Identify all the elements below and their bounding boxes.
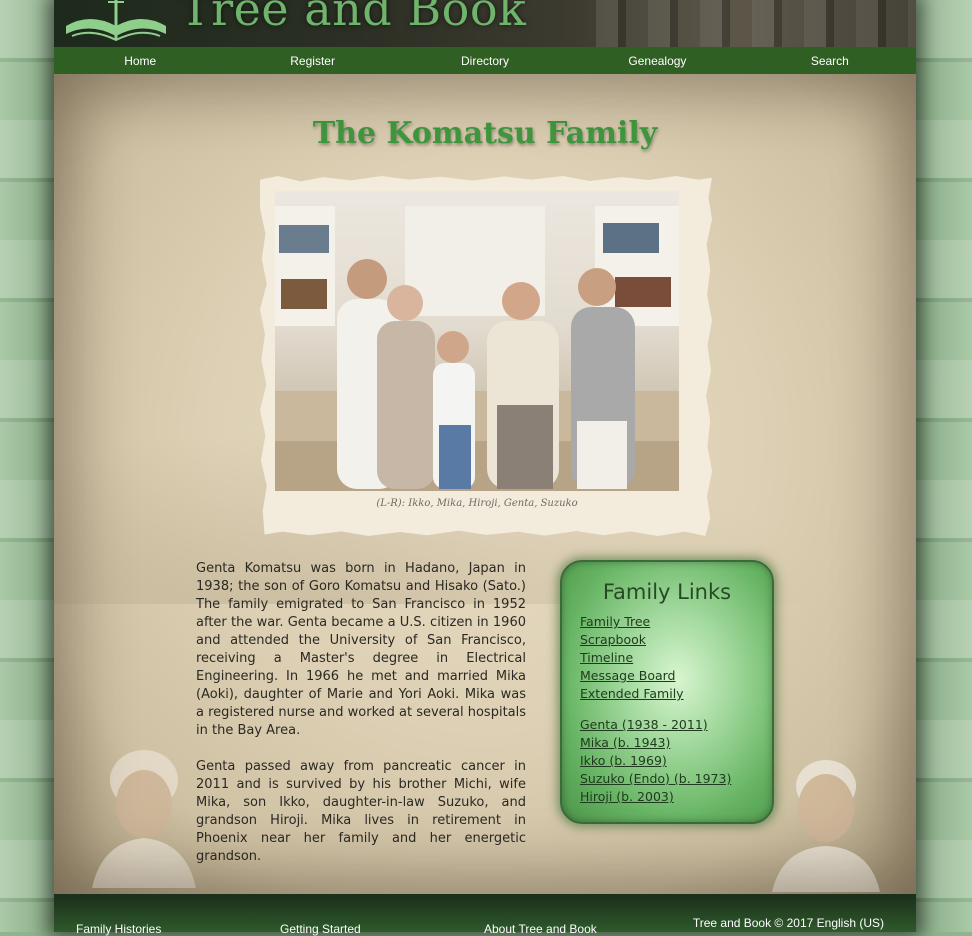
family-links-panel: Family Links Family Tree Scrapbook Timel…: [560, 560, 774, 824]
tree-book-logo-icon[interactable]: [62, 0, 170, 46]
main-nav: Home Register Directory Genealogy Search: [54, 47, 916, 74]
site-title[interactable]: Tree and Book: [180, 0, 526, 36]
family-photo: [275, 191, 679, 491]
grandfather-portrait: [772, 760, 880, 892]
link-message-board[interactable]: Message Board: [580, 667, 731, 685]
link-member-ikko[interactable]: Ikko (b. 1969): [580, 752, 731, 770]
footer-link-family-histories[interactable]: Family Histories: [76, 922, 161, 936]
site-footer: Family Histories Getting Started About T…: [54, 894, 916, 936]
footer-copyright: Tree and Book © 2017 English (US): [692, 916, 884, 930]
link-member-genta[interactable]: Genta (1938 - 2011): [580, 716, 731, 734]
nav-genealogy[interactable]: Genealogy: [571, 54, 743, 68]
link-member-mika[interactable]: Mika (b. 1943): [580, 734, 731, 752]
link-family-tree[interactable]: Family Tree: [580, 613, 731, 631]
footer-link-about[interactable]: About Tree and Book: [484, 922, 597, 936]
family-biography: Genta Komatsu was born in Hadano, Japan …: [196, 560, 526, 884]
family-links-list: Family Tree Scrapbook Timeline Message B…: [580, 613, 731, 806]
bio-paragraph: Genta passed away from pancreatic cancer…: [196, 759, 526, 864]
page-title: The Komatsu Family: [312, 116, 658, 151]
link-member-suzuko[interactable]: Suzuko (Endo) (b. 1973): [580, 770, 731, 788]
link-extended-family[interactable]: Extended Family: [580, 685, 731, 703]
main-content: The Komatsu Family (L-R): Ikko, Mika, Hi…: [54, 74, 916, 894]
left-photo-wall-background: [0, 0, 60, 932]
nav-directory[interactable]: Directory: [399, 54, 571, 68]
nav-register[interactable]: Register: [226, 54, 398, 68]
links-spacer: [580, 703, 731, 716]
family-links-title: Family Links: [602, 580, 732, 604]
link-member-hiroji[interactable]: Hiroji (b. 2003): [580, 788, 731, 806]
nav-home[interactable]: Home: [54, 54, 226, 68]
site-banner: Tree and Book: [54, 0, 916, 47]
link-timeline[interactable]: Timeline: [580, 649, 731, 667]
footer-link-getting-started[interactable]: Getting Started: [280, 922, 361, 936]
link-scrapbook[interactable]: Scrapbook: [580, 631, 731, 649]
banner-photo-strip: [596, 0, 916, 47]
photo-caption: (L-R): Ikko, Mika, Hiroji, Genta, Suzuko: [376, 498, 578, 509]
nav-search[interactable]: Search: [744, 54, 916, 68]
right-photo-wall-background: [912, 0, 972, 932]
bio-paragraph: Genta Komatsu was born in Hadano, Japan …: [196, 561, 527, 738]
grandmother-portrait: [92, 750, 196, 888]
page-container: Tree and Book Home Register Directory Ge…: [54, 0, 916, 936]
